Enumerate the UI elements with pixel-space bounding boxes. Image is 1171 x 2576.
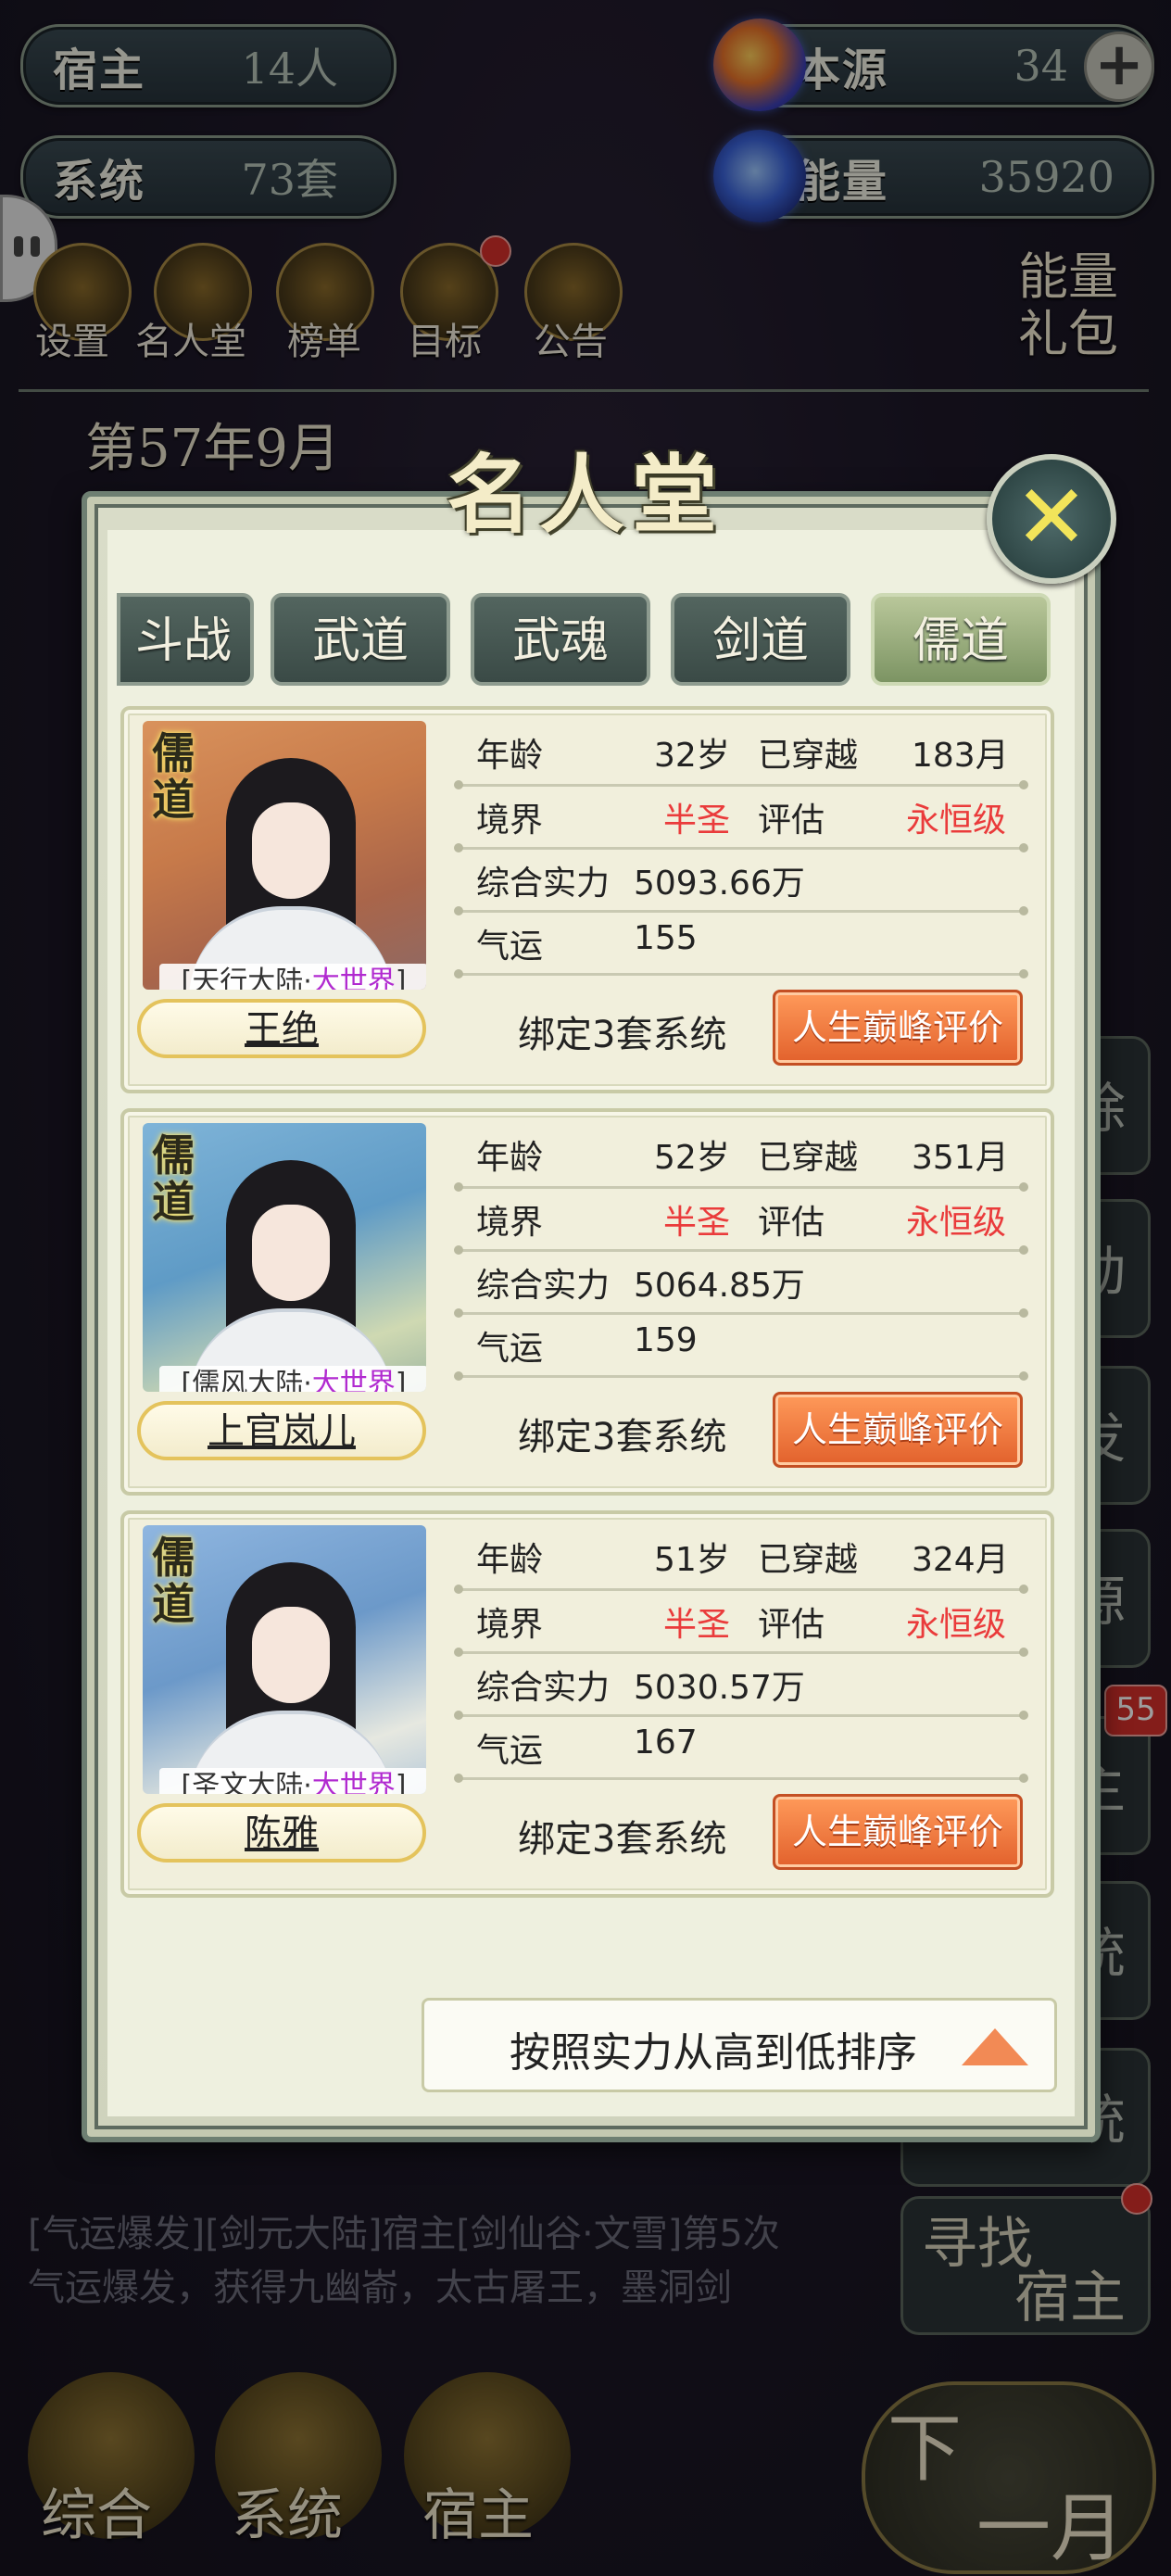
- eval-label: 评估: [758, 802, 825, 840]
- divider: [454, 843, 1028, 852]
- divider: [454, 1371, 1028, 1381]
- luck-label: 气运: [476, 1732, 544, 1770]
- luck-value: 159: [634, 1321, 698, 1359]
- divider: [454, 906, 1028, 915]
- sort-label: 按照实力从高到低排序: [510, 2029, 917, 2077]
- hall-card: 儒道 [天行大陆·大世界] 王绝 年龄 32岁 已穿越 183月 境界 半圣 评…: [120, 706, 1054, 1093]
- bound-systems: 绑定3套系统: [518, 1014, 727, 1056]
- peak-evaluation-button[interactable]: 人生巅峰评价: [773, 1392, 1023, 1468]
- host-name[interactable]: 上官岚儿: [137, 1401, 426, 1460]
- tab-soul[interactable]: 武魂: [471, 593, 650, 686]
- region-label: [天行大陆·大世界]: [159, 964, 426, 990]
- close-button[interactable]: ✕: [987, 454, 1116, 584]
- region-label: [儒风大陆·大世界]: [159, 1366, 426, 1392]
- eval-value: 永恒级: [906, 802, 1007, 840]
- host-name[interactable]: 陈雅: [137, 1803, 426, 1863]
- peak-evaluation-button[interactable]: 人生巅峰评价: [773, 990, 1023, 1066]
- path-badge: 儒道: [152, 728, 195, 825]
- bound-systems: 绑定3套系统: [518, 1416, 727, 1458]
- divider: [454, 780, 1028, 789]
- traveled-value: 351月: [912, 1139, 1009, 1177]
- tab-confucian[interactable]: 儒道: [871, 593, 1051, 686]
- eval-label: 评估: [758, 1606, 825, 1644]
- host-name[interactable]: 王绝: [137, 999, 426, 1058]
- path-badge: 儒道: [152, 1533, 195, 1629]
- luck-label: 气运: [476, 928, 544, 966]
- sort-button[interactable]: 按照实力从高到低排序: [422, 1998, 1057, 2092]
- divider: [454, 1182, 1028, 1192]
- power-value: 5030.57万: [634, 1669, 805, 1707]
- bound-systems: 绑定3套系统: [518, 1818, 727, 1861]
- host-portrait[interactable]: 儒道 [儒风大陆·大世界]: [143, 1123, 426, 1392]
- tab-label: 斗战: [134, 613, 232, 669]
- power-value: 5064.85万: [634, 1267, 805, 1305]
- host-portrait[interactable]: 儒道 [圣文大陆·大世界]: [143, 1525, 426, 1794]
- divider: [454, 969, 1028, 979]
- hall-card: 儒道 [儒风大陆·大世界] 上官岚儿 年龄 52岁 已穿越 351月 境界 半圣…: [120, 1108, 1054, 1496]
- tab-sword[interactable]: 剑道: [671, 593, 850, 686]
- age-value: 52岁: [654, 1139, 730, 1177]
- age-value: 51岁: [654, 1541, 730, 1579]
- path-badge: 儒道: [152, 1130, 195, 1227]
- age-value: 32岁: [654, 737, 730, 775]
- sort-ascending-icon: [962, 2028, 1028, 2065]
- tab-label: 武道: [311, 613, 409, 669]
- traveled-value: 324月: [912, 1541, 1009, 1579]
- host-portrait[interactable]: 儒道 [天行大陆·大世界]: [143, 721, 426, 990]
- hall-card: 儒道 [圣文大陆·大世界] 陈雅 年龄 51岁 已穿越 324月 境界 半圣 评…: [120, 1510, 1054, 1898]
- realm-value: 半圣: [663, 1204, 731, 1242]
- divider: [454, 1245, 1028, 1255]
- divider: [454, 1648, 1028, 1657]
- tab-martial[interactable]: 武道: [271, 593, 450, 686]
- region-prefix: [儒风大陆·: [181, 1368, 312, 1392]
- region-prefix: [圣文大陆·: [181, 1770, 312, 1794]
- divider: [454, 1585, 1028, 1594]
- luck-value: 155: [634, 919, 698, 957]
- traveled-label: 已穿越: [758, 1541, 859, 1579]
- portrait-face: [252, 1205, 330, 1301]
- luck-value: 167: [634, 1724, 698, 1762]
- divider: [454, 1774, 1028, 1783]
- realm-label: 境界: [476, 1204, 544, 1242]
- age-label: 年龄: [476, 737, 544, 775]
- region-tag: 大世界: [311, 966, 396, 990]
- portrait-face: [252, 1607, 330, 1703]
- luck-label: 气运: [476, 1330, 544, 1368]
- power-label: 综合实力: [476, 1669, 611, 1707]
- close-icon: ✕: [1014, 465, 1089, 569]
- portrait-face: [252, 802, 330, 899]
- region-suffix: ]: [395, 1770, 407, 1794]
- tab-battle[interactable]: 斗战: [117, 593, 254, 686]
- region-tag: 大世界: [311, 1368, 396, 1392]
- traveled-value: 183月: [912, 737, 1009, 775]
- power-label: 综合实力: [476, 1267, 611, 1305]
- age-label: 年龄: [476, 1541, 544, 1579]
- region-suffix: ]: [395, 966, 407, 990]
- traveled-label: 已穿越: [758, 737, 859, 775]
- eval-value: 永恒级: [906, 1606, 1007, 1644]
- region-prefix: [天行大陆·: [181, 966, 312, 990]
- tab-label: 儒道: [912, 613, 1009, 669]
- realm-label: 境界: [476, 802, 544, 840]
- tab-label: 剑道: [711, 613, 809, 669]
- region-suffix: ]: [395, 1368, 407, 1392]
- age-label: 年龄: [476, 1139, 544, 1177]
- realm-value: 半圣: [663, 802, 731, 840]
- eval-value: 永恒级: [906, 1204, 1007, 1242]
- realm-label: 境界: [476, 1606, 544, 1644]
- divider: [454, 1711, 1028, 1720]
- power-label: 综合实力: [476, 865, 611, 903]
- realm-value: 半圣: [663, 1606, 731, 1644]
- divider: [454, 1308, 1028, 1318]
- traveled-label: 已穿越: [758, 1139, 859, 1177]
- peak-evaluation-button[interactable]: 人生巅峰评价: [773, 1794, 1023, 1870]
- tab-label: 武魂: [511, 613, 609, 669]
- eval-label: 评估: [758, 1204, 825, 1242]
- region-tag: 大世界: [311, 1770, 396, 1794]
- region-label: [圣文大陆·大世界]: [159, 1768, 426, 1794]
- power-value: 5093.66万: [634, 865, 805, 903]
